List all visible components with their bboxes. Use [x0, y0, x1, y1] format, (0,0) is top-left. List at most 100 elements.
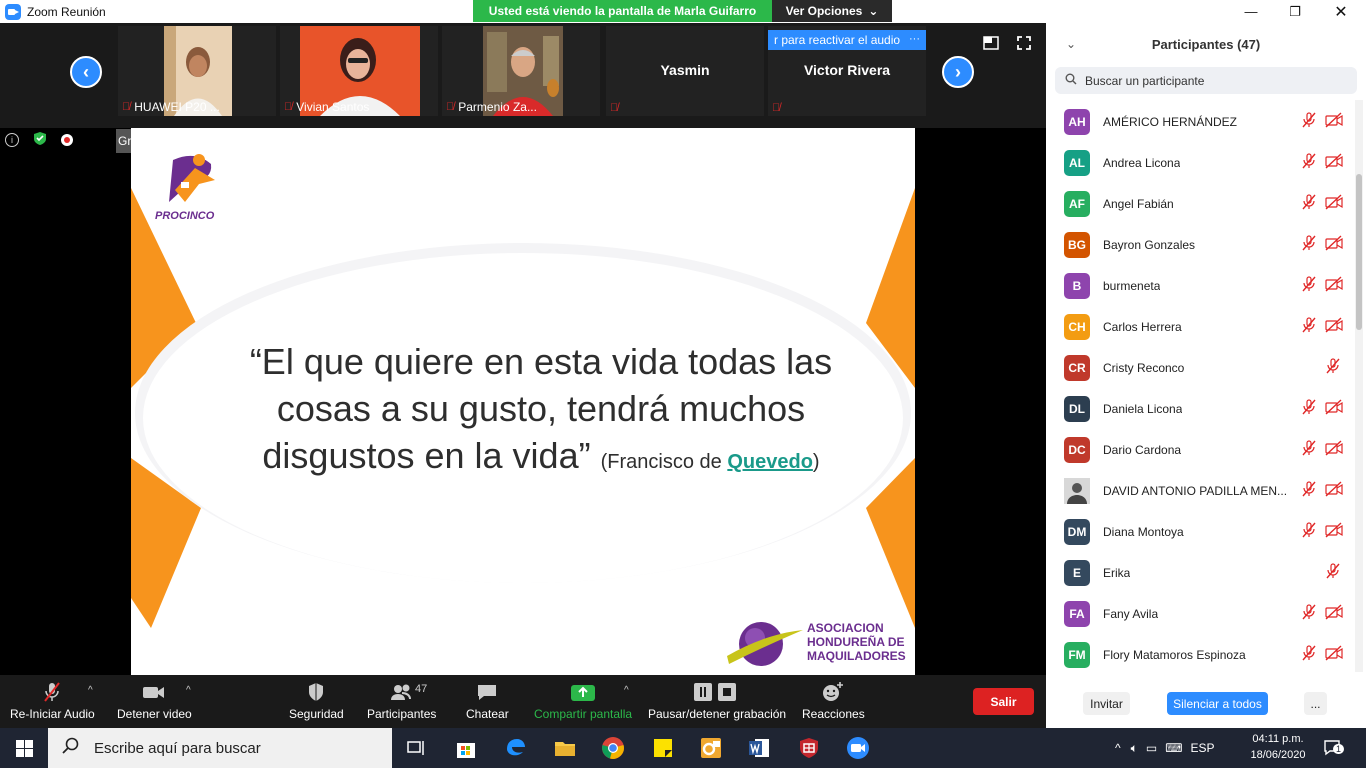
share-screen-button[interactable]: Compartir pantalla [534, 681, 632, 721]
participant-avatar: FA [1064, 600, 1090, 627]
participant-label: 🎙̸ [772, 102, 780, 114]
participant-name: Yasmin [660, 62, 710, 78]
participant-row[interactable]: DL Daniela Licona [1046, 388, 1356, 429]
edge-icon[interactable] [504, 736, 528, 760]
info-icon[interactable]: i [5, 133, 19, 147]
participant-label: 🎙̸ Vivian Santos [284, 100, 370, 114]
minimize-button[interactable]: — [1228, 0, 1274, 23]
scrollbar-thumb[interactable] [1356, 174, 1362, 330]
participant-row[interactable]: CH Carlos Herrera [1046, 306, 1356, 347]
presentation-slide: PROCINCO “El que quiere en esta vida tod… [131, 128, 915, 675]
display-icon[interactable]: ⌨︎ [1165, 741, 1182, 755]
video-tile[interactable]: 🎙̸ Parmenio Za... [442, 26, 600, 116]
strip-prev-button[interactable]: ‹ [70, 56, 102, 88]
invite-button[interactable]: Invitar [1083, 692, 1130, 715]
language-indicator[interactable]: ESP [1191, 741, 1215, 755]
reactions-button[interactable]: Reacciones [802, 681, 865, 721]
file-explorer-icon[interactable] [553, 736, 577, 760]
participant-row[interactable]: BG Bayron Gonzales [1046, 224, 1356, 265]
video-off-icon [1325, 440, 1343, 459]
participants-button[interactable]: 47 Participantes [367, 681, 436, 721]
video-tile[interactable]: Yasmin 🎙̸ [606, 26, 764, 116]
participant-name: Angel Fabián [1103, 196, 1174, 211]
shield-check-icon[interactable] [33, 131, 47, 149]
mute-all-button[interactable]: Silenciar a todos [1167, 692, 1268, 715]
video-strip: ‹ 🎙̸ HUAWEI P20 ... 🎙̸ Vivian Santos 🎙̸ … [0, 23, 1046, 128]
participant-row[interactable]: DAVID ANTONIO PADILLA MEN... [1046, 470, 1356, 511]
participant-avatar: DL [1064, 395, 1090, 422]
participant-avatar: AL [1064, 149, 1090, 176]
participant-row[interactable]: Bburmeneta [1046, 265, 1356, 306]
chevron-down-icon: ⌄ [868, 4, 879, 18]
network-icon[interactable]: ▭ [1146, 741, 1157, 755]
view-options-button[interactable]: Ver Opciones ⌄ [772, 0, 892, 22]
viewing-banner: Usted está viendo la pantalla de Marla G… [473, 0, 892, 22]
participant-row[interactable]: AH AMÉRICO HERNÁNDEZ [1046, 101, 1356, 142]
store-icon[interactable] [454, 736, 478, 760]
participant-row[interactable]: DM Diana Montoya [1046, 511, 1356, 552]
participant-row[interactable]: AF Angel Fabián [1046, 183, 1356, 224]
participant-avatar: DM [1064, 518, 1090, 545]
procinco-logo-text: PROCINCO [155, 210, 215, 222]
muted-mic-icon [1301, 235, 1317, 254]
audio-button[interactable]: Re-Iniciar Audio [10, 681, 95, 721]
leave-meeting-button[interactable]: Salir [973, 688, 1034, 715]
audio-options-caret[interactable]: ^ [88, 685, 93, 696]
word-icon[interactable] [747, 736, 771, 760]
participant-row[interactable]: FM Flory Matamoros Espinoza [1046, 634, 1356, 675]
search-icon [62, 737, 80, 759]
panel-more-button[interactable]: ... [1304, 692, 1327, 715]
participant-row[interactable]: DC Dario Cardona [1046, 429, 1356, 470]
sticky-notes-icon[interactable] [651, 736, 675, 760]
participant-row[interactable]: AL Andrea Licona [1046, 142, 1356, 183]
video-off-icon [1325, 276, 1343, 295]
layout-icon[interactable] [983, 36, 999, 50]
close-button[interactable]: ✕ [1318, 0, 1364, 23]
video-button[interactable]: Detener video [117, 681, 192, 721]
maximize-button[interactable]: ❐ [1272, 0, 1318, 23]
muted-mic-icon [1301, 399, 1317, 418]
taskbar-clock[interactable]: 04:11 p.m. 18/06/2020 [1246, 731, 1310, 763]
participant-search-input[interactable]: Buscar un participante [1055, 67, 1357, 94]
video-off-icon [1325, 194, 1343, 213]
start-button[interactable] [0, 728, 48, 768]
quote-source-link[interactable]: Quevedo [727, 451, 813, 473]
participant-row[interactable]: CR Cristy Reconco [1046, 347, 1356, 388]
participant-list-scrollbar[interactable] [1355, 100, 1363, 672]
video-tile[interactable]: 🎙̸ Vivian Santos [280, 26, 438, 116]
security-button[interactable]: Seguridad [289, 681, 344, 721]
video-options-caret[interactable]: ^ [186, 685, 191, 696]
chevron-up-icon[interactable]: ^ [1115, 741, 1121, 755]
chat-button[interactable]: Chatear [466, 681, 509, 721]
participant-name: Flory Matamoros Espinoza [1103, 647, 1246, 662]
quote-source: (Francisco de Quevedo) [600, 451, 820, 473]
strip-next-button[interactable]: › [942, 56, 974, 88]
muted-mic-icon [1325, 358, 1341, 377]
volume-icon[interactable]: 🔈︎ [1131, 741, 1138, 756]
tile-more-button[interactable]: ··· [903, 30, 926, 50]
video-tile[interactable]: 🎙̸ HUAWEI P20 ... [118, 26, 276, 116]
clock-date: 18/06/2020 [1250, 749, 1306, 761]
participant-label: 🎙̸ Parmenio Za... [446, 100, 537, 114]
security-app-icon[interactable] [797, 736, 821, 760]
taskbar-search-box[interactable]: Escribe aquí para buscar [48, 728, 392, 768]
notifications-button[interactable]: 1 [1323, 728, 1345, 768]
muted-mic-icon: 🎙̸ [610, 102, 619, 114]
muted-mic-icon: 🎙̸ [772, 102, 781, 114]
outlook-icon[interactable] [699, 736, 723, 760]
participant-avatar: CR [1064, 354, 1090, 381]
participant-avatar [1064, 477, 1090, 504]
share-options-caret[interactable]: ^ [624, 685, 629, 696]
participant-avatar: CH [1064, 313, 1090, 340]
task-view-icon[interactable] [404, 736, 428, 760]
zoom-taskbar-icon[interactable] [846, 736, 870, 760]
chrome-icon[interactable] [601, 736, 625, 760]
participant-row[interactable]: FA Fany Avila [1046, 593, 1356, 634]
participant-row[interactable]: E Erika [1046, 552, 1356, 593]
chevron-right-icon: › [955, 61, 961, 82]
reactivate-audio-tooltip[interactable]: r para reactivar el audio [768, 30, 907, 50]
fullscreen-icon[interactable] [1017, 36, 1033, 50]
record-button[interactable]: Pausar/detener grabación [648, 681, 786, 721]
participant-label: 🎙̸ HUAWEI P20 ... [122, 100, 220, 114]
muted-mic-icon [1301, 194, 1317, 213]
